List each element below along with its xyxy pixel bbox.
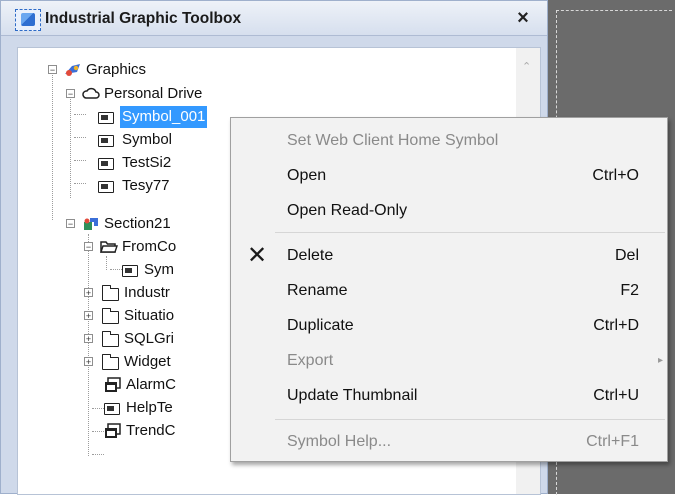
menu-item-shortcut: Ctrl+F1 xyxy=(586,433,639,450)
menu-item-open-read-only[interactable]: Open Read-Only xyxy=(231,193,667,228)
tree-node-label: Symbol_001 xyxy=(120,106,208,128)
menu-item-label: Open Read-Only xyxy=(287,202,408,219)
tree-guide-line xyxy=(106,256,107,270)
tree-guide-line xyxy=(92,408,104,409)
expand-icon[interactable]: + xyxy=(84,357,93,367)
toolbox-title: Industrial Graphic Toolbox xyxy=(45,10,242,27)
menu-item-label: Open xyxy=(287,167,327,184)
expand-icon[interactable]: + xyxy=(84,311,93,321)
scroll-up-icon[interactable]: ⌃ xyxy=(522,62,532,73)
menu-separator xyxy=(275,232,665,233)
menu-item-label: Update Thumbnail xyxy=(287,387,418,404)
menu-item-shortcut: Del xyxy=(614,247,639,264)
tree-node-label: Industr xyxy=(124,284,170,301)
graphics-library-icon xyxy=(64,62,82,78)
tree-node-label: Personal Drive xyxy=(104,85,203,102)
tree-guide-line xyxy=(74,183,86,184)
symbol-icon xyxy=(98,158,114,170)
window-symbol-icon xyxy=(104,423,122,439)
menu-item-label: Rename xyxy=(287,282,348,299)
expand-icon[interactable]: + xyxy=(84,288,93,298)
menu-item-label: Export xyxy=(287,352,334,369)
menu-item-shortcut: Ctrl+O xyxy=(592,167,639,184)
folder-icon xyxy=(101,308,119,324)
delete-x-icon: ✕ xyxy=(246,242,268,269)
menu-item-export[interactable]: Export ▸ xyxy=(231,343,667,378)
menu-item-label: Duplicate xyxy=(287,317,354,334)
folder-icon xyxy=(101,354,119,370)
toolbox-icon xyxy=(15,9,41,31)
tree-guide-line xyxy=(92,431,104,432)
expand-icon[interactable]: + xyxy=(84,334,93,344)
tree-node-label: Graphics xyxy=(86,61,147,78)
tree-node-label: Tesy77 xyxy=(122,177,170,194)
collapse-icon[interactable]: − xyxy=(66,219,75,229)
window-symbol-icon xyxy=(104,377,122,393)
close-icon[interactable]: × xyxy=(511,6,535,30)
menu-item-duplicate[interactable]: Duplicate Ctrl+D xyxy=(231,308,667,343)
tree-node-label: TestSi2 xyxy=(122,154,172,171)
menu-item-label: Symbol Help... xyxy=(287,433,392,450)
menu-item-symbol-help[interactable]: Symbol Help... Ctrl+F1 xyxy=(231,424,667,459)
menu-item-update-thumbnail[interactable]: Update Thumbnail Ctrl+U xyxy=(231,378,667,413)
tree-node-graphics[interactable]: − Graphics xyxy=(18,59,218,81)
menu-item-set-web-client-home-symbol[interactable]: Set Web Client Home Symbol xyxy=(231,123,667,158)
menu-item-delete[interactable]: ✕ Delete Del xyxy=(231,238,667,273)
collapse-icon[interactable]: − xyxy=(48,65,57,75)
menu-separator xyxy=(275,419,665,420)
menu-item-rename[interactable]: Rename F2 xyxy=(231,273,667,308)
symbol-icon xyxy=(98,112,114,124)
section-icon xyxy=(82,216,100,232)
collapse-icon[interactable]: − xyxy=(84,242,93,252)
menu-item-open[interactable]: Open Ctrl+O xyxy=(231,158,667,193)
symbol-icon xyxy=(122,265,138,277)
tree-guide-line xyxy=(92,454,104,455)
collapse-icon[interactable]: − xyxy=(66,89,75,99)
tree-node-label: Widget xyxy=(124,353,171,370)
menu-item-shortcut: Ctrl+D xyxy=(593,317,639,334)
tree-guide-line xyxy=(74,137,86,138)
menu-item-shortcut: Ctrl+U xyxy=(593,387,639,404)
tree-guide-line xyxy=(110,269,122,270)
tree-node-label: Situatio xyxy=(124,307,175,324)
tree-guide-line xyxy=(74,160,86,161)
tree-node-label: TrendC xyxy=(126,422,176,439)
symbol-icon xyxy=(98,181,114,193)
tree-node-label: Section21 xyxy=(104,215,171,232)
tree-node-label: HelpTe xyxy=(126,399,173,416)
submenu-arrow-icon: ▸ xyxy=(657,355,663,366)
menu-item-label: Set Web Client Home Symbol xyxy=(287,132,499,149)
tree-node-label: FromCo xyxy=(122,238,177,255)
folder-icon xyxy=(101,285,119,301)
menu-item-shortcut: F2 xyxy=(620,282,639,299)
tree-node-label: SQLGri xyxy=(124,330,175,347)
folder-icon xyxy=(101,331,119,347)
menu-item-label: Delete xyxy=(287,247,334,264)
tree-node-label: Symbol xyxy=(122,131,173,148)
toolbox-titlebar: Industrial Graphic Toolbox × xyxy=(1,1,547,36)
context-menu: Set Web Client Home Symbol Open Ctrl+O O… xyxy=(230,117,668,462)
tree-node-label: AlarmC xyxy=(126,376,177,393)
symbol-icon xyxy=(104,403,120,415)
symbol-icon xyxy=(98,135,114,147)
cloud-icon xyxy=(82,85,100,101)
open-folder-icon xyxy=(100,239,118,255)
tree-node-personal-drive[interactable]: − Personal Drive xyxy=(18,83,278,105)
tree-node-label: Sym xyxy=(144,261,174,278)
tree-guide-line xyxy=(88,234,89,456)
